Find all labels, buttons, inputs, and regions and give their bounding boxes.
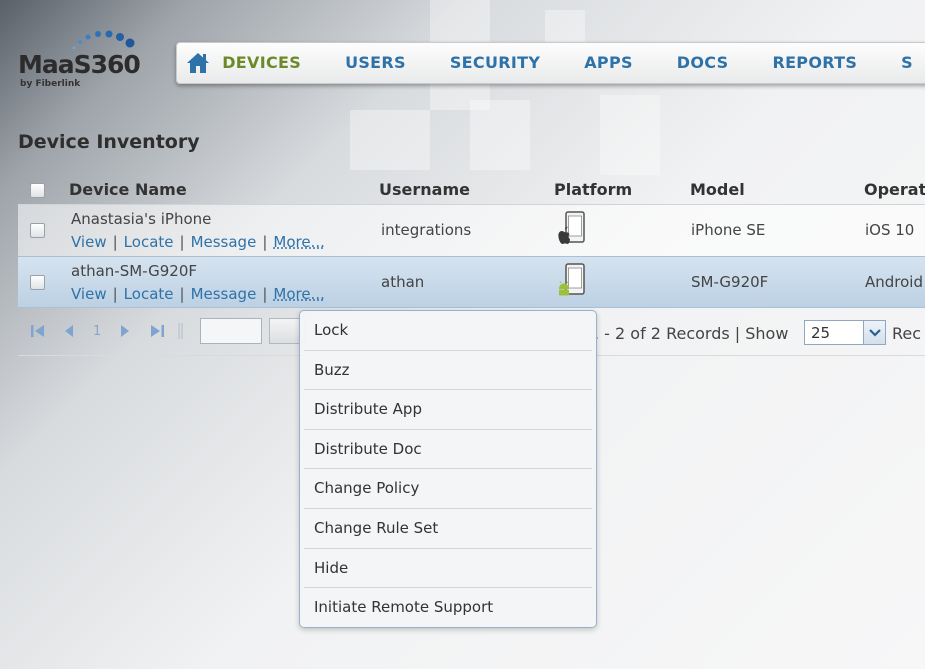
logo-byline: by Fiberlink	[20, 79, 81, 89]
menu-item-initiate-remote-support[interactable]: Initiate Remote Support	[304, 588, 592, 628]
tab-truncated[interactable]: S	[879, 42, 925, 84]
menu-item-buzz[interactable]: Buzz	[304, 351, 592, 391]
ios-phone-icon	[556, 211, 588, 251]
next-page-icon[interactable]	[119, 323, 131, 343]
table-header: Device Name Username Platform Model Oper…	[18, 176, 925, 204]
more-actions-menu: Lock Buzz Distribute App Distribute Doc …	[299, 310, 597, 628]
message-link[interactable]: Message	[191, 285, 257, 303]
device-table: Device Name Username Platform Model Oper…	[18, 176, 925, 308]
action-separator: |	[262, 285, 268, 303]
menu-item-change-rule-set[interactable]: Change Rule Set	[304, 509, 592, 549]
page-number: 1	[93, 324, 102, 339]
action-separator: |	[112, 285, 118, 303]
locate-link[interactable]: Locate	[124, 285, 174, 303]
action-separator: |	[112, 233, 118, 251]
table-row: athan-SM-G920F View | Locate | Message | More.…	[18, 256, 925, 308]
pager-divider	[178, 322, 184, 344]
menu-item-distribute-app[interactable]: Distribute App	[304, 390, 592, 430]
android-phone-icon	[556, 263, 588, 303]
more-link[interactable]: More...	[273, 285, 325, 303]
view-link[interactable]: View	[71, 233, 107, 251]
menu-item-lock[interactable]: Lock	[304, 311, 592, 351]
tab-apps[interactable]: APPS	[562, 42, 655, 84]
row-checkbox[interactable]	[30, 275, 45, 290]
row-actions: View | Locate | Message | More...	[71, 233, 325, 251]
username: integrations	[381, 221, 472, 239]
os: iOS 10	[865, 221, 915, 239]
select-all-checkbox[interactable]	[30, 183, 45, 198]
os: Android	[865, 273, 923, 291]
device-name: athan-SM-G920F	[71, 262, 197, 280]
row-checkbox[interactable]	[30, 223, 45, 238]
col-model[interactable]: Model	[690, 180, 745, 199]
action-separator: |	[179, 285, 185, 303]
col-os[interactable]: Operat	[864, 180, 925, 199]
tab-users[interactable]: USERS	[323, 42, 428, 84]
page-size-select[interactable]: 25	[804, 320, 886, 345]
col-username[interactable]: Username	[379, 180, 470, 199]
more-link[interactable]: More...	[273, 233, 325, 251]
table-row: Anastasia's iPhone View | Locate | Message | M…	[18, 204, 925, 256]
page-size-value: 25	[811, 324, 831, 342]
tab-devices[interactable]: DEVICES	[218, 42, 323, 84]
records-summary: . - 2 of 2 Records | Show	[594, 324, 789, 343]
page-input[interactable]	[200, 318, 262, 344]
message-link[interactable]: Message	[191, 233, 257, 251]
model: iPhone SE	[691, 221, 766, 239]
tab-security[interactable]: SECURITY	[428, 42, 562, 84]
prev-page-icon[interactable]	[63, 323, 75, 343]
col-device-name[interactable]: Device Name	[69, 180, 187, 199]
row-actions: View | Locate | Message | More...	[71, 285, 325, 303]
view-link[interactable]: View	[71, 285, 107, 303]
action-separator: |	[179, 233, 185, 251]
main-nav: DEVICES USERS SECURITY APPS DOCS REPORTS…	[176, 42, 925, 84]
col-platform[interactable]: Platform	[554, 180, 632, 199]
tab-reports[interactable]: REPORTS	[750, 42, 879, 84]
chevron-down-icon[interactable]	[863, 321, 885, 344]
menu-item-hide[interactable]: Hide	[304, 549, 592, 589]
home-button[interactable]	[177, 42, 218, 84]
page-title: Device Inventory	[18, 131, 200, 153]
last-page-icon[interactable]	[149, 323, 165, 343]
username: athan	[381, 273, 425, 291]
maas360-logo: MaaS360 by Fiberlink	[18, 30, 158, 92]
action-separator: |	[262, 233, 268, 251]
records-label: Rec	[892, 324, 922, 343]
logo-wordmark: MaaS360	[18, 50, 141, 79]
device-name: Anastasia's iPhone	[71, 210, 212, 228]
locate-link[interactable]: Locate	[124, 233, 174, 251]
home-icon	[186, 53, 209, 73]
first-page-icon[interactable]	[30, 323, 46, 343]
tab-docs[interactable]: DOCS	[655, 42, 751, 84]
model: SM-G920F	[691, 273, 769, 291]
menu-item-change-policy[interactable]: Change Policy	[304, 469, 592, 509]
menu-item-distribute-doc[interactable]: Distribute Doc	[304, 430, 592, 470]
